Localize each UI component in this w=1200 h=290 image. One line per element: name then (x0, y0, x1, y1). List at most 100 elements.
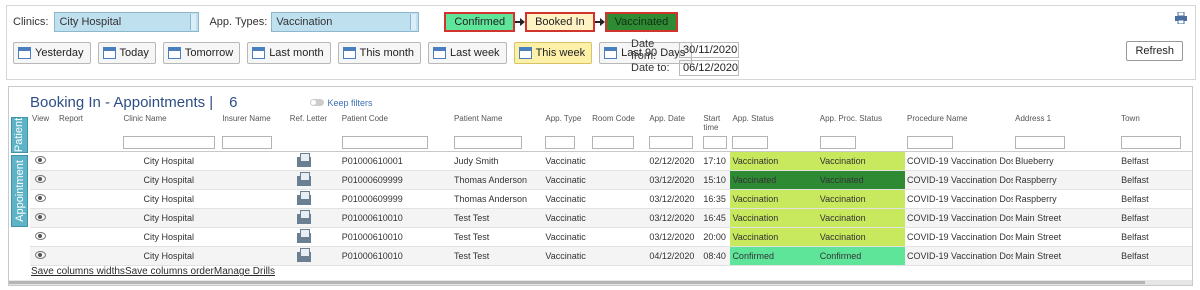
horizontal-scrollbar[interactable] (9, 280, 1192, 285)
clinics-value: City Hospital (59, 16, 122, 28)
view-icon[interactable] (34, 212, 46, 222)
date-to-input[interactable]: 06/12/2020 (679, 59, 739, 76)
col-header[interactable]: Patient Code (340, 111, 452, 133)
town-cell: Belfast (1119, 246, 1192, 266)
ref-letter-cell (287, 246, 340, 266)
filter-input[interactable] (545, 135, 576, 149)
side-tabs: Patient Appointment (11, 117, 28, 229)
col-header[interactable]: Report (57, 111, 121, 133)
filter-input[interactable] (222, 135, 273, 149)
view-icon[interactable] (34, 193, 46, 203)
status-confirmed[interactable]: Confirmed (444, 12, 516, 32)
filter-input[interactable] (907, 135, 954, 149)
name-cell: Test Test (451, 246, 544, 266)
this-month-button[interactable]: This month (337, 42, 422, 64)
col-header[interactable]: App. Proc. Status (818, 111, 905, 133)
table-row[interactable]: City Hospital P01000610001 Judy Smith Vacci… (30, 151, 1192, 171)
header-row: View Report Clinic Name Insurer Name Ref… (30, 111, 1192, 133)
yesterday-button[interactable]: Yesterday (13, 42, 91, 64)
col-header[interactable]: View (30, 111, 57, 133)
appointments-table: View Report Clinic Name Insurer Name Ref… (30, 111, 1192, 266)
clinics-select[interactable]: City Hospital (54, 12, 200, 32)
town-cell: Belfast (1119, 189, 1192, 209)
table-row[interactable]: City Hospital P01000610010 Test Test Vaccin… (30, 227, 1192, 247)
filter-input[interactable] (341, 135, 428, 149)
col-header[interactable]: Ref. Letter (288, 111, 340, 133)
refresh-button[interactable]: Refresh (1126, 41, 1183, 61)
status-vaccinated[interactable]: Vaccinated (604, 12, 679, 32)
type-cell: Vaccinatic (543, 246, 591, 266)
procedure-cell: COVID-19 Vaccination Dos (905, 208, 1014, 228)
tab-patient[interactable]: Patient (11, 117, 28, 153)
table-row[interactable]: City Hospital P01000609999 Thomas Anderson… (30, 170, 1192, 190)
view-icon[interactable] (34, 231, 46, 241)
filter-input[interactable] (732, 135, 769, 149)
keep-filters-label: Keep filters (327, 97, 373, 108)
letter-icon[interactable] (296, 171, 312, 186)
manage-drills-link[interactable]: Manage Drills (214, 266, 275, 277)
view-icon[interactable] (34, 174, 46, 184)
status-cell: Vaccinated (730, 170, 818, 190)
letter-icon[interactable] (296, 247, 312, 262)
col-header[interactable]: Clinic Name (121, 111, 220, 133)
tab-appointment[interactable]: Appointment (11, 155, 28, 227)
town-cell: Belfast (1119, 208, 1192, 228)
date-from-input[interactable]: 30/11/2020 (679, 41, 739, 58)
tab-label: Patient (13, 117, 26, 153)
col-header[interactable]: App. Status (730, 111, 817, 133)
this-week-button[interactable]: This week (513, 42, 593, 64)
letter-icon[interactable] (296, 152, 312, 167)
keep-filters-toggle[interactable]: Keep filters (309, 97, 373, 108)
proc-cell: Vaccination (817, 189, 906, 209)
table-body: City Hospital P01000610001 Judy Smith Vacci… (30, 151, 1192, 266)
col-header[interactable]: Room Code (590, 111, 647, 133)
insurer-cell (220, 189, 288, 209)
filter-input[interactable] (703, 135, 728, 149)
save-columns-widths-link[interactable]: Save columns widths (31, 266, 125, 277)
col-header[interactable]: Address 1 (1013, 111, 1119, 133)
calendar-icon (433, 47, 447, 59)
print-icon[interactable] (1175, 12, 1187, 24)
insurer-cell (220, 170, 288, 190)
today-button[interactable]: Today (97, 42, 156, 64)
table-row[interactable]: City Hospital P01000610010 Test Test Vaccin… (30, 246, 1192, 266)
col-header[interactable]: Start time (701, 111, 730, 133)
filter-input[interactable] (1015, 135, 1066, 149)
col-header[interactable]: Insurer Name (220, 111, 288, 133)
table-row[interactable]: City Hospital P01000610010 Test Test Vaccin… (30, 208, 1192, 228)
filter-input[interactable] (592, 135, 635, 149)
table-row[interactable]: City Hospital P01000609999 Thomas Anderson… (30, 189, 1192, 209)
col-header[interactable]: Procedure Name (905, 111, 1013, 133)
scrollbar-thumb[interactable] (9, 281, 1145, 284)
name-cell: Thomas Anderson (451, 189, 544, 209)
button-label: Yesterday (35, 47, 84, 59)
letter-icon[interactable] (296, 190, 312, 205)
name-cell: Test Test (451, 227, 544, 247)
type-cell: Vaccinatic (543, 151, 591, 171)
col-header[interactable]: App. Type (543, 111, 590, 133)
col-header[interactable]: Patient Name (452, 111, 543, 133)
status-booked-in[interactable]: Booked In (525, 12, 595, 32)
view-icon[interactable] (34, 250, 46, 260)
filter-input[interactable] (123, 135, 216, 149)
type-cell: Vaccinatic (543, 189, 591, 209)
address-cell: Raspberry (1013, 170, 1120, 190)
tomorrow-button[interactable]: Tomorrow (162, 42, 241, 64)
save-columns-order-link[interactable]: Save columns order (125, 266, 214, 277)
filter-input[interactable] (1121, 135, 1182, 149)
last-month-button[interactable]: Last month (247, 42, 331, 64)
filter-input[interactable] (819, 135, 856, 149)
last-week-button[interactable]: Last week (428, 42, 507, 64)
letter-icon[interactable] (296, 209, 312, 224)
filter-input[interactable] (453, 135, 522, 149)
view-icon[interactable] (34, 155, 46, 165)
filter-input[interactable] (649, 135, 694, 149)
ref-letter-cell (287, 208, 340, 228)
insurer-cell (220, 151, 288, 171)
app-types-select[interactable]: Vaccination (271, 12, 420, 32)
letter-icon[interactable] (296, 228, 312, 243)
col-header[interactable]: App. Date (647, 111, 701, 133)
name-cell: Thomas Anderson (451, 170, 544, 190)
procedure-cell: COVID-19 Vaccination Dos (905, 227, 1014, 247)
col-header[interactable]: Town (1119, 111, 1192, 133)
